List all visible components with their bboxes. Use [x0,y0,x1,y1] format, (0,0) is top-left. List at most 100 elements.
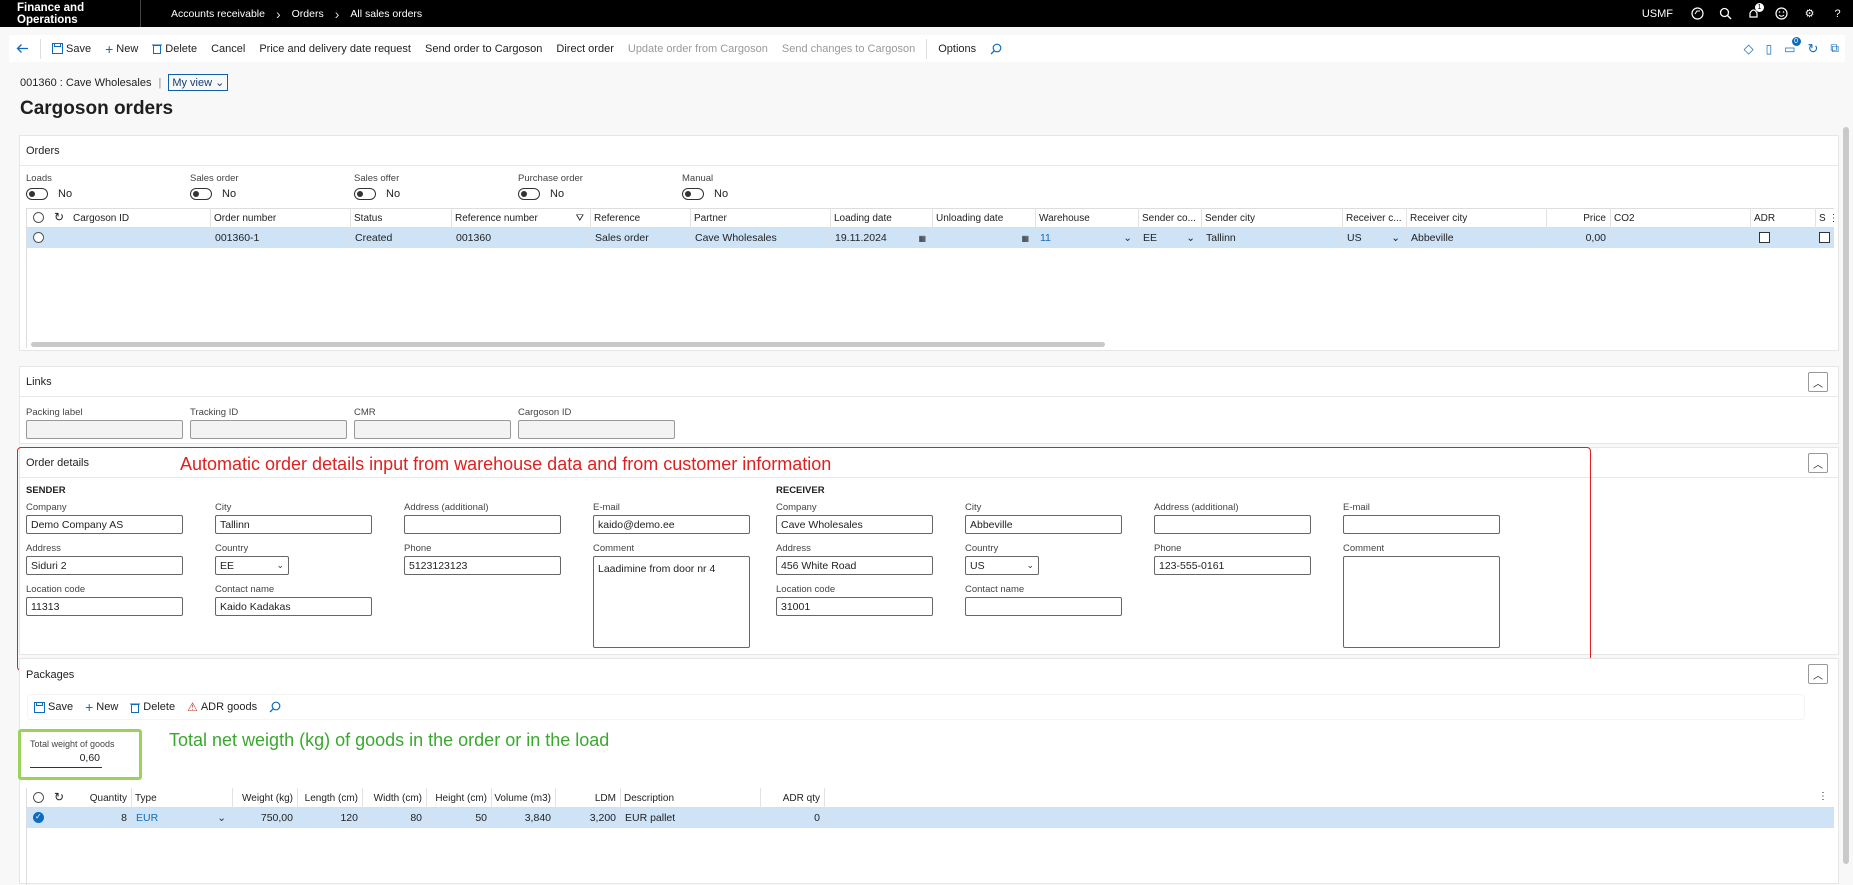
col-reference-number[interactable]: Reference number ⛛ [452,208,591,228]
col-adr[interactable]: ADR [1751,208,1816,228]
open-new-window-icon[interactable]: ⧉ [1830,41,1839,56]
cell-quantity[interactable]: 8 [70,808,132,828]
col-sender-city[interactable]: Sender city [1202,208,1343,228]
cell-sender-city[interactable]: Tallinn [1202,228,1343,248]
diamond-icon[interactable]: ◇ [1744,41,1754,57]
cell-reference[interactable]: Sales order [591,228,691,248]
row-select-radio[interactable] [33,812,44,823]
breadcrumb-all-sales-orders[interactable]: All sales orders [350,8,422,20]
send-order-to-cargoson-button[interactable]: Send order to Cargoson [418,35,549,62]
col-length[interactable]: Length (cm) [298,788,363,808]
cell-adr-qty[interactable]: 0 [761,808,825,828]
search-icon[interactable] [983,35,1009,62]
loads-toggle[interactable] [26,188,48,200]
sales-order-toggle[interactable] [190,188,212,200]
collapse-links-button[interactable]: ︿ [1808,372,1828,392]
packing-label-field[interactable] [26,420,183,439]
table-row[interactable]: 001360-1 Created 001360 Sales order Cave… [26,228,1834,248]
col-weight[interactable]: Weight (kg) [233,788,298,808]
col-order-number[interactable]: Order number [211,208,351,228]
cell-volume[interactable]: 3,840 [492,808,556,828]
view-selector[interactable]: My view ⌄ [168,74,229,91]
more-vertical-icon[interactable]: ⋮ [1818,791,1828,802]
cell-s[interactable] [1816,228,1834,248]
collapse-packages-button[interactable]: ︿ [1808,664,1828,684]
purchase-order-toggle[interactable] [518,188,540,200]
cancel-button[interactable]: Cancel [204,35,252,62]
company-picker[interactable]: USMF [1642,8,1673,20]
refresh-icon[interactable]: ↻ [54,790,64,804]
settings-gear-icon[interactable]: ⚙ [1802,6,1817,21]
cell-receiver-city[interactable]: Abbeville [1407,228,1547,248]
cell-status[interactable]: Created [351,228,452,248]
search-icon[interactable] [1718,6,1733,21]
cmr-field[interactable] [354,420,511,439]
cell-receiver-country[interactable]: US ⌄ [1343,228,1407,248]
price-delivery-date-request-button[interactable]: Price and delivery date request [252,35,418,62]
tracking-id-field[interactable] [190,420,347,439]
cell-price[interactable]: 0,00 [1547,228,1611,248]
cell-description[interactable]: EUR pallet [621,808,761,828]
col-price[interactable]: Price [1547,208,1611,228]
col-receiver-country[interactable]: Receiver c... [1343,208,1407,228]
cell-type[interactable]: EUR ⌄ [132,808,233,828]
update-order-from-cargoson-button[interactable]: Update order from Cargoson [621,35,775,62]
cell-warehouse[interactable]: 11 ⌄ [1036,228,1139,248]
feedback-smiley-icon[interactable] [1774,6,1789,21]
packages-delete-button[interactable]: Delete [124,701,181,713]
cell-order-number[interactable]: 001360-1 [211,228,351,248]
select-all-radio[interactable] [33,792,44,803]
col-description[interactable]: Description [621,788,761,808]
col-loading-date[interactable]: Loading date [831,208,933,228]
send-changes-to-cargoson-button[interactable]: Send changes to Cargoson [775,35,922,62]
adr-goods-button[interactable]: ⚠ ADR goods [181,700,263,714]
cell-co2[interactable] [1611,228,1751,248]
breadcrumb-accounts-receivable[interactable]: Accounts receivable [171,8,265,20]
orders-horizontal-scrollbar[interactable] [31,342,1105,347]
save-button[interactable]: Save [45,35,98,62]
cell-ldm[interactable]: 3,200 [556,808,621,828]
sales-offer-toggle[interactable] [354,188,376,200]
col-ldm[interactable]: LDM [556,788,621,808]
refresh-icon[interactable]: ↻ [1808,41,1819,57]
cell-reference-number[interactable]: 001360 [452,228,591,248]
manual-toggle[interactable] [682,188,704,200]
cell-unloading-date[interactable]: ▦ [933,228,1036,248]
col-quantity[interactable]: Quantity [70,788,132,808]
orders-section-header[interactable]: Orders [20,136,1838,166]
col-unloading-date[interactable]: Unloading date [933,208,1036,228]
cell-loading-date[interactable]: 19.11.2024 ▦ [831,228,933,248]
office-icon[interactable]: ▯ [1766,42,1773,56]
search-icon[interactable] [263,701,287,713]
packages-section-header[interactable]: Packages [20,659,1838,687]
row-select-radio[interactable] [33,232,44,243]
s-checkbox[interactable] [1819,232,1830,243]
help-icon[interactable]: ? [1830,6,1845,21]
attachments-icon[interactable]: ▭ 0 [1784,36,1801,56]
cell-partner[interactable]: Cave Wholesales [691,228,831,248]
col-type[interactable]: Type [132,788,233,808]
delete-button[interactable]: Delete [145,35,204,62]
page-vertical-scrollbar[interactable] [1843,127,1849,864]
notifications-icon[interactable]: 1 [1746,3,1764,21]
new-button[interactable]: + New [98,35,145,62]
cell-length[interactable]: 120 [298,808,363,828]
col-s[interactable]: S ⋮ [1816,208,1834,228]
col-sender-country[interactable]: Sender co... [1139,208,1202,228]
select-all-radio[interactable] [33,212,44,223]
col-status[interactable]: Status [351,208,452,228]
favorites-icon[interactable] [1690,6,1705,21]
col-receiver-city[interactable]: Receiver city [1407,208,1547,228]
refresh-icon[interactable]: ↻ [54,210,64,224]
col-width[interactable]: Width (cm) [363,788,427,808]
col-height[interactable]: Height (cm) [427,788,492,808]
col-partner[interactable]: Partner [691,208,831,228]
col-warehouse[interactable]: Warehouse [1036,208,1139,228]
col-cargoson-id[interactable]: Cargoson ID [70,208,211,228]
links-section-header[interactable]: Links [20,367,1838,397]
cell-cargoson-id[interactable] [70,228,211,248]
app-title[interactable]: Finance and Operations [0,0,141,27]
breadcrumb-orders[interactable]: Orders [292,8,324,20]
cell-height[interactable]: 50 [427,808,492,828]
col-volume[interactable]: Volume (m3) [492,788,556,808]
